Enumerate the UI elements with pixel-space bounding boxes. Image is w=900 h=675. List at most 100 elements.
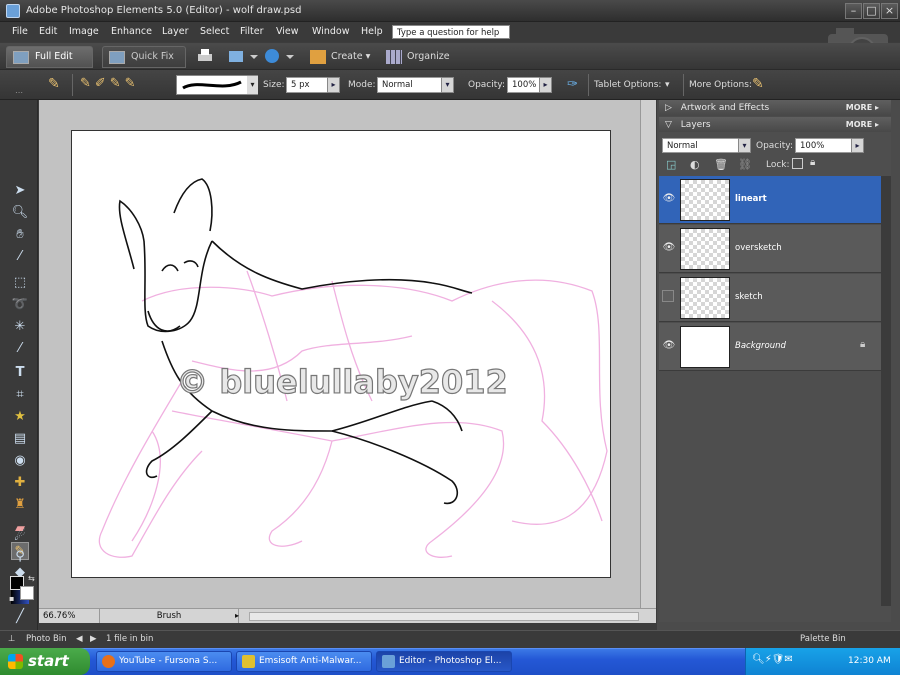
trash-icon[interactable]: 🗑︎ — [714, 158, 728, 171]
selection-brush-tool-icon[interactable]: ⁄ — [11, 340, 29, 358]
menu-layer[interactable]: Layer — [162, 26, 189, 37]
vertical-scrollbar[interactable] — [640, 100, 656, 608]
size-arrow-button[interactable]: ▸ — [327, 77, 340, 93]
new-layer-icon[interactable]: ◲ — [666, 158, 676, 171]
link-layers-icon[interactable]: ⛓︎ — [738, 158, 752, 171]
task-label: Emsisoft Anti-Malwar... — [259, 656, 362, 666]
airbrush-icon[interactable]: ✑ — [567, 77, 578, 92]
blur-tool-icon[interactable]: ☄ — [11, 528, 29, 546]
eye-icon[interactable]: 👁︎ — [661, 237, 677, 259]
menu-filter[interactable]: Filter — [240, 26, 264, 37]
lock-transparency-icon[interactable] — [792, 158, 803, 169]
share-button[interactable] — [228, 48, 258, 66]
minimize-button[interactable]: – — [845, 3, 862, 19]
menu-view[interactable]: View — [276, 26, 299, 37]
tablet-options-label[interactable]: Tablet Options: — [594, 80, 661, 90]
maximize-button[interactable]: □ — [863, 3, 880, 19]
start-button[interactable]: start — [0, 648, 90, 675]
menu-image[interactable]: Image — [69, 26, 99, 37]
mode-select[interactable]: Normal — [377, 77, 443, 93]
opacity-label: Opacity: — [468, 80, 505, 90]
layers-header[interactable]: ▽ Layers MORE ▸ — [659, 117, 891, 133]
print-button[interactable] — [196, 48, 214, 66]
clone-stamp-tool-icon[interactable]: ♜ — [11, 496, 29, 514]
layer-row-oversketch[interactable]: 👁︎ oversketch — [659, 225, 881, 273]
zoom-tool-icon[interactable]: 🔍︎ — [11, 204, 29, 222]
menu-enhance[interactable]: Enhance — [111, 26, 152, 37]
more-options-label[interactable]: More Options: — [689, 80, 752, 90]
red-eye-tool-icon[interactable]: ◉ — [11, 452, 29, 470]
menu-edit[interactable]: Edit — [39, 26, 57, 37]
artwork-effects-header[interactable]: ▷ Artwork and Effects MORE ▸ — [659, 100, 891, 116]
menu-select[interactable]: Select — [200, 26, 229, 37]
more-options-brush-icon[interactable]: ✎ — [752, 76, 764, 92]
shape-tool-icon[interactable]: ╱ — [11, 608, 29, 626]
task-emsisoft[interactable]: Emsisoft Anti-Malwar... — [236, 651, 372, 672]
tray-icons[interactable]: 🔍︎⚡🛡︎✉ — [752, 654, 793, 665]
quick-fix-tab[interactable]: Quick Fix — [102, 46, 186, 68]
hand-tool-icon[interactable]: ✋︎ — [11, 226, 29, 244]
layers-more-button[interactable]: MORE ▸ — [846, 117, 879, 133]
move-tool-icon[interactable]: ➤ — [11, 182, 29, 200]
status-arrow-icon[interactable]: ▸ — [235, 611, 239, 620]
layer-opacity-field[interactable]: 100% — [795, 138, 853, 153]
mode-dropdown-button[interactable]: ▾ — [441, 77, 454, 93]
brush-variants-icons[interactable]: ✎✐✎✎ — [80, 76, 170, 94]
clock[interactable]: 12:30 AM — [848, 656, 891, 666]
menu-window[interactable]: Window — [312, 26, 349, 37]
brush-preset-icon[interactable]: ✎ — [48, 76, 66, 94]
eyedropper-tool-icon[interactable]: ⁄ — [11, 248, 29, 266]
visibility-toggle[interactable] — [662, 290, 674, 302]
adjustment-layer-icon[interactable]: ◐ — [690, 158, 700, 171]
tablet-options-arrow-icon[interactable]: ▾ — [665, 80, 670, 90]
menu-help[interactable]: Help — [361, 26, 383, 37]
layer-row-lineart[interactable]: 👁︎ lineart — [659, 176, 881, 224]
create-button[interactable]: Create ▾ — [310, 48, 370, 66]
email-button[interactable] — [264, 48, 294, 66]
marquee-tool-icon[interactable]: ⬚ — [11, 274, 29, 292]
close-button[interactable]: × — [881, 3, 898, 19]
eye-icon[interactable]: 👁︎ — [661, 335, 677, 357]
task-youtube[interactable]: YouTube - Fursona S... — [96, 651, 232, 672]
status-bar: 66.76% Brush ▸ — [39, 608, 656, 623]
next-icon[interactable]: ▶ — [90, 634, 97, 644]
task-photoshop-editor[interactable]: Editor - Photoshop El... — [376, 651, 512, 672]
background-color-swatch[interactable] — [20, 586, 34, 600]
prev-icon[interactable]: ◀ — [76, 634, 83, 644]
eye-icon[interactable]: 👁︎ — [661, 188, 677, 210]
zoom-level[interactable]: 66.76% — [43, 611, 75, 621]
blend-mode-dropdown[interactable]: ▾ — [738, 138, 751, 153]
lasso-tool-icon[interactable]: ➰ — [11, 296, 29, 314]
straighten-tool-icon[interactable]: ▤ — [11, 430, 29, 448]
horizontal-scrollbar[interactable] — [249, 612, 639, 621]
organize-button[interactable]: Organize — [386, 48, 450, 66]
sponge-tool-icon[interactable]: ⚲ — [11, 548, 29, 566]
layers-scrollbar[interactable] — [881, 176, 891, 606]
help-search-input[interactable]: Type a question for help — [392, 25, 510, 39]
lock-all-icon[interactable]: 🔒︎ — [810, 157, 815, 168]
swap-colors-icon[interactable]: ⇆ — [28, 574, 35, 583]
opacity-arrow-button[interactable]: ▸ — [539, 77, 552, 93]
type-tool-icon[interactable]: T — [11, 364, 29, 382]
size-field[interactable]: 5 px — [286, 77, 328, 93]
layer-row-background[interactable]: 👁︎ Background 🔒︎ — [659, 323, 881, 371]
default-colors-icon[interactable]: ▪ — [9, 594, 14, 603]
layer-opacity-arrow[interactable]: ▸ — [851, 138, 864, 153]
photo-bin-toggle-icon[interactable]: ⊥ — [8, 634, 15, 644]
cookie-cutter-tool-icon[interactable]: ★ — [11, 408, 29, 426]
photo-bin-label[interactable]: Photo Bin — [26, 634, 67, 644]
magic-wand-tool-icon[interactable]: ✳ — [11, 318, 29, 336]
opacity-field[interactable]: 100% — [507, 77, 541, 93]
chevron-down-icon[interactable]: ▾ — [247, 76, 258, 94]
palette-bin-label[interactable]: Palette Bin — [800, 634, 846, 644]
crop-tool-icon[interactable]: ⌗ — [11, 386, 29, 404]
layer-row-sketch[interactable]: sketch — [659, 274, 881, 322]
image-canvas[interactable]: © bluelullaby2012 — [71, 130, 611, 578]
blend-mode-select[interactable]: Normal — [662, 138, 740, 153]
artwork-more-button[interactable]: MORE ▸ — [846, 100, 879, 116]
menu-file[interactable]: File — [12, 26, 28, 37]
full-edit-tab[interactable]: Full Edit — [6, 46, 93, 68]
mode-label: Mode: — [348, 80, 376, 90]
brush-stroke-picker[interactable]: ▾ — [176, 75, 258, 95]
healing-brush-tool-icon[interactable]: ✚ — [11, 474, 29, 492]
